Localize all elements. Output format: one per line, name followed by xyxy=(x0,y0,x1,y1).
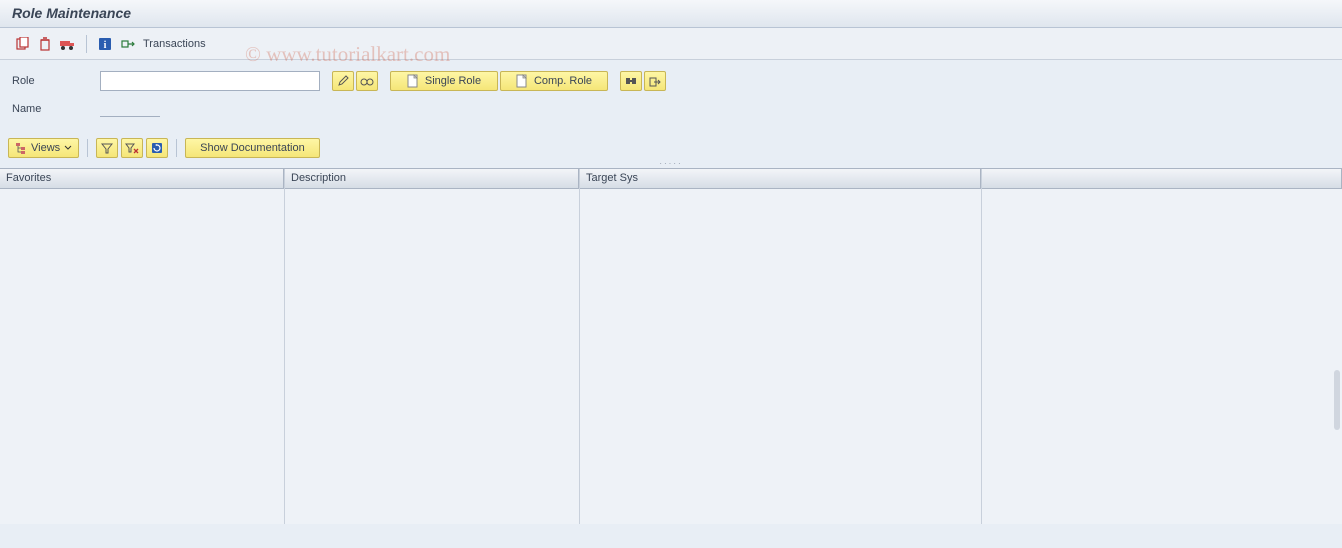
single-role-label: Single Role xyxy=(425,75,481,87)
pencil-icon xyxy=(337,75,349,87)
col-body-description[interactable] xyxy=(285,189,579,524)
tree-icon xyxy=(15,142,27,154)
role-input[interactable] xyxy=(100,71,320,91)
show-doc-label: Show Documentation xyxy=(200,142,305,154)
col-header-favorites[interactable]: Favorites xyxy=(0,169,284,189)
col-body-spare[interactable] xyxy=(982,189,1342,524)
name-row: Name xyxy=(12,98,1330,120)
separator xyxy=(87,139,88,157)
transactions-expand-icon[interactable] xyxy=(118,34,138,54)
role-edit-group xyxy=(332,71,378,91)
column-spare xyxy=(982,169,1342,524)
separator xyxy=(176,139,177,157)
scrollbar-vertical[interactable] xyxy=(1334,370,1340,430)
column-favorites: Favorites xyxy=(0,169,285,524)
create-role-group: Single Role Comp. Role xyxy=(390,71,608,91)
delete-icon[interactable] xyxy=(35,34,55,54)
find-button[interactable] xyxy=(620,71,642,91)
form-area: Role Single Role Comp. Role xyxy=(0,60,1342,132)
col-body-favorites[interactable] xyxy=(0,189,284,524)
single-role-button[interactable]: Single Role xyxy=(390,71,498,91)
transactions-label[interactable]: Transactions xyxy=(143,38,206,50)
title-bar: Role Maintenance xyxy=(0,0,1342,28)
separator xyxy=(86,35,87,53)
name-value xyxy=(100,101,160,117)
col-header-description[interactable]: Description xyxy=(285,169,579,189)
filter-button[interactable] xyxy=(96,138,118,158)
value-help-button[interactable] xyxy=(644,71,666,91)
dropdown-arrow-icon xyxy=(64,143,72,153)
page-icon xyxy=(407,74,419,88)
svg-text:i: i xyxy=(104,40,107,51)
app-toolbar: i Transactions xyxy=(0,28,1342,60)
extra-group xyxy=(620,71,666,91)
page-title: Role Maintenance xyxy=(12,5,131,21)
glasses-icon xyxy=(360,75,374,87)
col-header-targetsys[interactable]: Target Sys xyxy=(580,169,981,189)
display-button[interactable] xyxy=(356,71,378,91)
column-description: Description xyxy=(285,169,580,524)
funnel-icon xyxy=(101,142,113,154)
copy-icon[interactable] xyxy=(12,34,32,54)
binoculars-icon xyxy=(625,75,637,87)
edit-button[interactable] xyxy=(332,71,354,91)
info-icon[interactable]: i xyxy=(95,34,115,54)
grid-container: Favorites Description Target Sys xyxy=(0,168,1342,524)
role-label: Role xyxy=(12,75,100,87)
refresh-icon xyxy=(151,142,163,154)
role-row: Role Single Role Comp. Role xyxy=(12,70,1330,92)
views-label: Views xyxy=(31,142,60,154)
column-targetsys: Target Sys xyxy=(580,169,982,524)
page-icon xyxy=(516,74,528,88)
filter-delete-button[interactable] xyxy=(121,138,143,158)
col-header-spare[interactable] xyxy=(982,169,1342,189)
comp-role-label: Comp. Role xyxy=(534,75,592,87)
show-documentation-button[interactable]: Show Documentation xyxy=(185,138,320,158)
export-icon xyxy=(649,75,661,87)
refresh-button[interactable] xyxy=(146,138,168,158)
name-label: Name xyxy=(12,103,100,115)
grid-toolbar: Views Show Documentation xyxy=(0,132,1342,162)
favorites-grid: Favorites Description Target Sys xyxy=(0,168,1342,524)
transport-icon[interactable] xyxy=(58,34,78,54)
comp-role-button[interactable]: Comp. Role xyxy=(500,71,608,91)
col-body-targetsys[interactable] xyxy=(580,189,981,524)
funnel-x-icon xyxy=(125,142,139,154)
views-button[interactable]: Views xyxy=(8,138,79,158)
